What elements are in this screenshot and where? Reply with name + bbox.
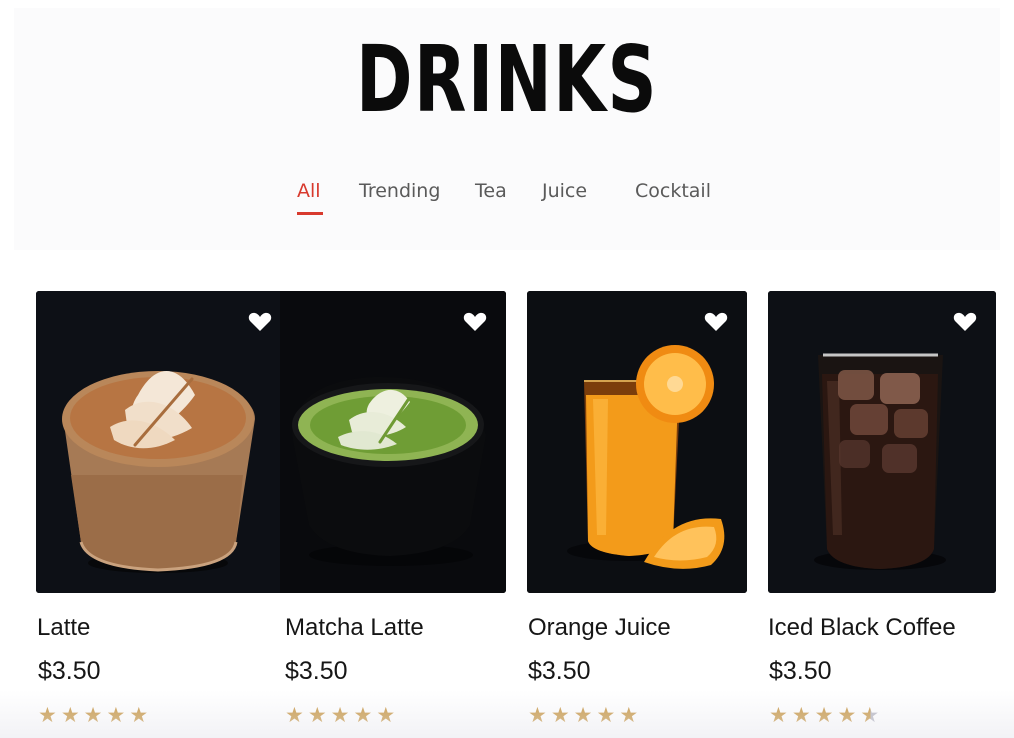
- star-icon: ★: [791, 703, 811, 727]
- star-icon: ★: [129, 703, 149, 727]
- star-icon: ★: [285, 703, 304, 727]
- category-tabs: All Trending Tea Juice Cocktail: [0, 178, 1014, 218]
- product-image-iced-black-coffee[interactable]: [768, 291, 996, 593]
- product-name-orange-juice[interactable]: Orange Juice: [528, 613, 671, 643]
- heart-icon[interactable]: [953, 312, 977, 332]
- heart-icon[interactable]: [248, 312, 272, 332]
- latte-matcha-photo: [36, 291, 506, 593]
- star-icon: ★: [307, 703, 327, 727]
- product-name-latte[interactable]: Latte: [37, 613, 90, 643]
- tab-tea[interactable]: Tea: [475, 178, 507, 204]
- heart-icon[interactable]: [463, 312, 487, 332]
- product-name-matcha-latte[interactable]: Matcha Latte: [285, 613, 424, 643]
- star-icon: ★: [106, 703, 126, 727]
- star-icon: ★: [330, 703, 350, 727]
- star-icon: ★: [619, 703, 639, 727]
- star-icon: ★: [596, 703, 616, 727]
- rating-stars-latte: ★ ★ ★ ★ ★: [38, 702, 152, 728]
- orange-juice-photo: [527, 291, 747, 593]
- active-tab-indicator: [297, 212, 323, 215]
- rating-stars-orange-juice: ★ ★ ★ ★ ★: [528, 702, 642, 728]
- star-icon: ★: [528, 703, 547, 727]
- star-icon: ★: [769, 703, 788, 727]
- rating-stars-matcha-latte: ★ ★ ★ ★ ★: [285, 702, 399, 728]
- tab-trending[interactable]: Trending: [359, 178, 440, 204]
- product-name-iced-black-coffee[interactable]: Iced Black Coffee: [768, 613, 956, 643]
- tab-all[interactable]: All: [297, 178, 321, 204]
- heart-icon[interactable]: [704, 312, 728, 332]
- star-icon: ★: [376, 703, 396, 727]
- star-icon: ★: [573, 703, 593, 727]
- half-star-icon: ★: [860, 703, 880, 727]
- star-icon: ★: [814, 703, 834, 727]
- star-icon: ★: [83, 703, 103, 727]
- tab-juice[interactable]: Juice: [542, 178, 587, 204]
- product-price-iced-black-coffee: $3.50: [769, 657, 832, 685]
- matcha-bowl-illustration: [292, 376, 486, 566]
- star-icon: ★: [837, 703, 857, 727]
- page-title: DRINKS: [356, 26, 658, 133]
- star-icon: ★: [60, 703, 80, 727]
- product-price-orange-juice: $3.50: [528, 657, 591, 685]
- drinks-page: DRINKS All Trending Tea Juice Cocktail L…: [0, 0, 1014, 738]
- product-image-latte-matcha[interactable]: [36, 291, 506, 593]
- latte-glass-illustration: [62, 371, 255, 573]
- tab-cocktail[interactable]: Cocktail: [635, 178, 711, 204]
- iced-coffee-photo: [768, 291, 996, 593]
- star-icon: ★: [38, 703, 57, 727]
- star-icon: ★: [550, 703, 570, 727]
- product-price-latte: $3.50: [38, 657, 101, 685]
- star-icon: ★: [353, 703, 373, 727]
- product-image-orange-juice[interactable]: [527, 291, 747, 593]
- rating-stars-iced-black-coffee: ★ ★ ★ ★ ★: [769, 702, 883, 728]
- product-price-matcha-latte: $3.50: [285, 657, 348, 685]
